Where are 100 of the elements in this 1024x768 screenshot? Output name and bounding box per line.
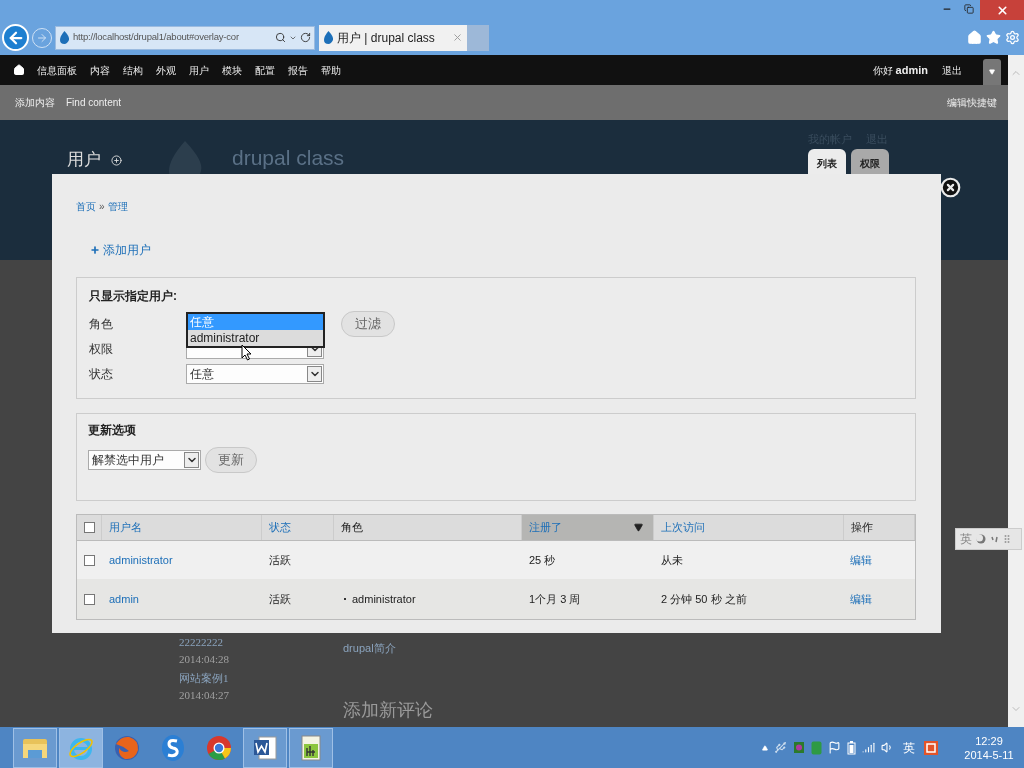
star-icon[interactable]: [986, 30, 1001, 45]
content-link[interactable]: drupal简介: [343, 640, 433, 657]
back-button[interactable]: [2, 24, 29, 51]
signal-icon[interactable]: [862, 741, 875, 754]
close-overlay-icon[interactable]: [940, 177, 961, 198]
mouse-cursor-icon: [241, 344, 252, 361]
close-icon: [995, 3, 1009, 17]
operation-select[interactable]: 解禁选中用户: [88, 450, 201, 470]
toolbar-menu-item[interactable]: 帮助: [321, 62, 341, 78]
drop-logo-icon: [59, 31, 70, 44]
status-cell-text: 活跃: [269, 591, 291, 607]
add-shortcut-icon[interactable]: [111, 155, 122, 166]
punctuation-icon: [990, 534, 1000, 544]
home-icon[interactable]: [13, 64, 25, 76]
last-access-cell-text: 从未: [661, 552, 683, 568]
column-header: 操作: [844, 515, 915, 540]
swirl-circle-icon: [160, 733, 186, 762]
username-link[interactable]: admin: [109, 590, 139, 608]
field-label: 角色: [89, 316, 114, 333]
select-all-checkbox[interactable]: [83, 522, 95, 533]
restore-icon: [964, 4, 974, 14]
breadcrumb-separator: »: [99, 200, 105, 214]
grip-icon: [1004, 534, 1010, 544]
update-button[interactable]: 更新: [205, 447, 257, 473]
speaker-icon[interactable]: [881, 741, 894, 754]
toolbar-menu-item[interactable]: 外观: [156, 62, 176, 78]
toolbar-menu-item[interactable]: 信息面板: [37, 62, 77, 78]
usb-icon[interactable]: [774, 741, 787, 754]
ime-mode-text: 英: [960, 531, 972, 548]
shortcut-link[interactable]: Find content: [66, 95, 122, 110]
username-link[interactable]: administrator: [109, 551, 173, 569]
logout-link[interactable]: 退出: [942, 62, 962, 78]
fieldset-legend: 更新选项: [88, 421, 915, 439]
site-name: drupal class: [232, 146, 345, 170]
drop-logo-icon: [323, 31, 334, 44]
dropdown-option[interactable]: 任意: [188, 314, 323, 330]
close-window-button[interactable]: [980, 0, 1024, 20]
breadcrumb-link[interactable]: 管理: [107, 199, 128, 214]
edit-shortcuts-link[interactable]: 编辑快捷键: [947, 95, 997, 110]
taskbar-app-button[interactable]: [243, 727, 287, 768]
flag-icon[interactable]: [828, 741, 841, 754]
tricolor-wheel-icon: [205, 733, 233, 762]
tab-title: 用户 | drupal class: [337, 29, 436, 47]
caret-icon: [989, 69, 995, 75]
show-hidden-icons-icon[interactable]: [762, 744, 768, 751]
sidebar-date: 2014:04:28: [179, 652, 231, 667]
ime-toolbar[interactable]: 英: [955, 528, 1022, 550]
toolbar-menu-item[interactable]: 报告: [288, 62, 308, 78]
browser-tab[interactable]: 用户 | drupal class: [319, 24, 467, 51]
registered-cell-text: 1个月 3 周: [529, 591, 581, 607]
input-language-text[interactable]: 英: [903, 738, 915, 757]
greeting-text: 你好 admin: [872, 62, 928, 78]
toolbar-menu-item[interactable]: 内容: [90, 62, 110, 78]
add-user-link[interactable]: 添加用户: [90, 241, 151, 259]
shortcut-link[interactable]: 添加内容: [15, 95, 55, 110]
sort-descending-icon: [634, 523, 643, 532]
settings-icon[interactable]: [1005, 30, 1020, 45]
filter-button[interactable]: 过滤: [341, 311, 395, 337]
column-header[interactable]: 注册了: [522, 515, 654, 540]
page-title: 用户: [67, 149, 101, 171]
close-tab-icon[interactable]: [452, 32, 463, 43]
breadcrumb-link[interactable]: 首页: [76, 199, 96, 214]
sidebar-date: 2014:04:27: [179, 688, 231, 703]
field-label: 状态: [89, 366, 114, 383]
row-checkbox[interactable]: [84, 554, 95, 566]
shortcuts-toggle-button[interactable]: [983, 59, 1001, 85]
edit-link[interactable]: 编辑: [850, 590, 872, 608]
sidebar-link[interactable]: 22222222: [179, 634, 343, 651]
select-field[interactable]: 任意: [186, 364, 324, 384]
battery-icon[interactable]: [847, 740, 856, 755]
flame-globe-icon: [113, 733, 141, 762]
field-label: 权限: [89, 341, 114, 358]
address-bar[interactable]: http://localhost/drupal1/about#overlay-cor: [55, 25, 315, 50]
clock-time[interactable]: 12:29: [975, 733, 1003, 748]
last-access-cell-text: 2 分钟 50 秒 之前: [661, 591, 747, 607]
chart-document-icon: [299, 733, 323, 762]
row-checkbox[interactable]: [84, 593, 95, 605]
edit-link[interactable]: 编辑: [850, 551, 872, 569]
toolbar-menu-item[interactable]: 模块: [222, 62, 242, 78]
input-method-icon[interactable]: [924, 740, 938, 755]
plus-icon: [90, 245, 100, 255]
toolbar-menu-item[interactable]: 配置: [255, 62, 275, 78]
fieldset-legend: 只显示指定用户:: [89, 287, 915, 305]
clock-date[interactable]: 2014-5-11: [964, 747, 1014, 762]
column-header[interactable]: 状态: [262, 515, 334, 540]
document-icon: [252, 733, 278, 762]
column-header[interactable]: 上次访问: [654, 515, 844, 540]
forward-arrow-icon: [36, 31, 48, 44]
address-text: http://localhost/drupal1/about#overlay-cor: [73, 30, 240, 45]
refresh-icon[interactable]: [300, 32, 311, 43]
taskbar-app-button[interactable]: [289, 727, 333, 768]
column-header[interactable]: 用户名: [102, 515, 262, 540]
search-icon[interactable]: [275, 32, 286, 43]
toolbar-menu-item[interactable]: 用户: [189, 62, 209, 78]
status-cell-text: 活跃: [269, 552, 291, 568]
moon-icon: [976, 534, 986, 544]
sidebar-link[interactable]: 网站案例1: [179, 670, 343, 687]
toolbar-menu-item[interactable]: 结构: [123, 62, 143, 78]
dropdown-list[interactable]: 任意 administrator: [186, 312, 325, 348]
registered-cell-text: 25 秒: [529, 552, 556, 568]
